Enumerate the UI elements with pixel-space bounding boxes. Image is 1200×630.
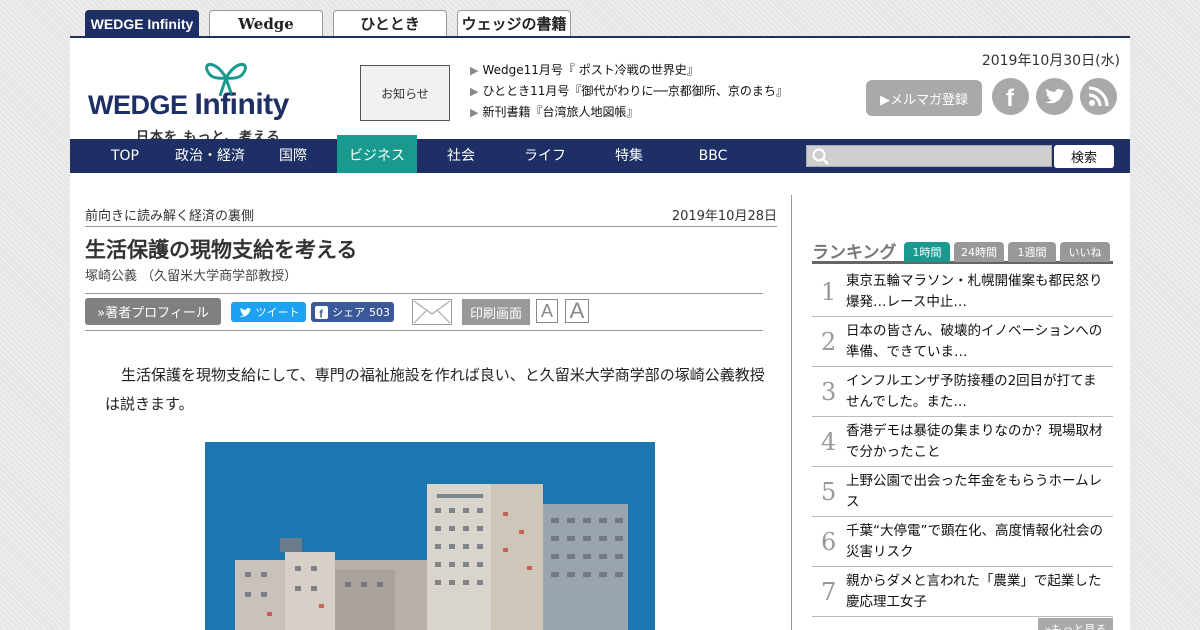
nav-item-life[interactable]: ライフ [515,139,575,173]
article-series: 前向きに読み解く経済の裏側 2019年10月28日 [85,205,777,227]
rank-headline[interactable]: 香港デモは暴徒の集まりなのか？現場取材で分かったこと [846,421,1108,463]
header-date: 2019年10月30日(水) [981,53,1120,69]
ranking-tab-24hours[interactable]: 24時間 [954,242,1004,262]
news-item[interactable]: ▶ ひととき11月号『御代がわりに──京都御所、京のまち』 [470,81,788,102]
nav-item-politics-economy[interactable]: 政治・経済 [165,139,255,173]
font-size-large-button[interactable]: A [565,298,589,323]
rank-number: 4 [821,428,837,456]
rank-headline[interactable]: 日本の皆さん、破壊的イノベーションへの準備、できていま… [846,321,1108,363]
facebook-icon: f [315,305,328,319]
rank-headline[interactable]: 東京五輪マラソン・札幌開催案も都民怒り爆発…レース中止… [846,271,1108,313]
newsletter-signup-button[interactable]: ▶メルマガ登録 [866,80,982,116]
ranking-item[interactable]: 4 香港デモは暴徒の集まりなのか？現場取材で分かったこと [812,417,1113,467]
nav-item-top[interactable]: TOP [100,139,150,173]
site-tab-hitotoki[interactable]: ひととき [333,10,447,36]
search-input[interactable] [806,145,1052,167]
svg-text:f: f [1006,85,1015,112]
notice-box[interactable]: お知らせ [360,65,450,121]
ranking-more-button[interactable]: »もっと見る [1038,618,1113,630]
rank-headline[interactable]: 親からダメと言われた「農業」で起業した慶応理工女子 [846,571,1108,613]
triangle-right-icon: ▶ [470,64,479,77]
rank-number: 3 [821,378,837,406]
news-item[interactable]: ▶ 新刊書籍『台湾旅人地図帳』 [470,102,788,123]
news-item[interactable]: ▶ Wedge11月号『 ポスト冷戦の世界史』 [470,60,788,81]
rank-number: 5 [821,478,837,506]
triangle-right-icon: ▶ [470,85,479,98]
rank-number: 6 [821,528,837,556]
rank-number: 2 [821,328,837,356]
twitter-icon[interactable] [1036,78,1073,115]
site-tab-wedge[interactable]: Wedge [209,10,323,36]
font-size-small-button[interactable]: A [536,299,558,323]
site-tab-wedge-books[interactable]: ウェッジの書籍 [457,10,571,36]
search-icon [812,148,829,165]
article-lead: 生活保護を現物支給にして、専門の福祉施設を作れば良い、と久留米大学商学部の塚崎公… [105,366,765,413]
ranking-list: 1 東京五輪マラソン・札幌開催案も都民怒り爆発…レース中止… 2 日本の皆さん、破壊… [812,267,1113,617]
facebook-icon[interactable]: f [992,78,1029,115]
ranking-tab-1hour[interactable]: 1時間 [904,242,950,262]
nav-item-international[interactable]: 国際 [268,139,318,173]
print-button[interactable]: 印刷画面 [462,299,530,325]
article-author: 塚崎公義 （久留米大学商学部教授） [85,269,298,284]
article-date: 2019年10月28日 [671,209,777,224]
rss-icon[interactable] [1080,78,1117,115]
ranking-item[interactable]: 1 東京五輪マラソン・札幌開催案も都民怒り爆発…レース中止… [812,267,1113,317]
twitter-bird-icon [238,307,251,317]
ranking-item[interactable]: 3 インフルエンザ予防接種の2回目が打てませんでした。また… [812,367,1113,417]
ranking-item[interactable]: 2 日本の皆さん、破壊的イノベーションへの準備、できていま… [812,317,1113,367]
author-profile-button[interactable]: »著者プロフィール [85,298,221,325]
ranking-item[interactable]: 5 上野公園で出会った年金をもらうホームレス [812,467,1113,517]
rank-headline[interactable]: 千葉“大停電”で顕在化、高度情報化社会の災害リスク [846,521,1108,563]
ranking-item[interactable]: 7 親からダメと言われた「農業」で起業した慶応理工女子 [812,567,1113,617]
site-logo[interactable]: WEDGE Infinity 日本を もっと、考える [88,56,318,145]
article-photo-apartment-buildings [205,442,655,630]
rank-headline[interactable]: インフルエンザ予防接種の2回目が打てませんでした。また… [846,371,1108,413]
site-tab-wedge-infinity[interactable]: WEDGE Infinity [85,10,199,36]
triangle-right-icon: ▶ [470,106,479,119]
series-name[interactable]: 前向きに読み解く経済の裏側 [85,209,254,224]
ranking-tab-likes[interactable]: いいね [1060,242,1110,262]
search-button[interactable]: 検索 [1054,145,1114,168]
mail-icon[interactable] [412,299,452,325]
page-container: WEDGE Infinity 日本を もっと、考える お知らせ ▶ Wedge11… [70,36,1130,630]
article-toolbar: »著者プロフィール ツイート f シェア 503 印刷画面 A A [85,293,763,331]
column-divider [791,195,792,630]
rank-number: 1 [821,278,837,306]
nav-item-society[interactable]: 社会 [436,139,486,173]
rank-headline[interactable]: 上野公園で出会った年金をもらうホームレス [846,471,1108,513]
facebook-share-button[interactable]: f シェア 503 [311,302,394,322]
nav-item-feature[interactable]: 特集 [604,139,654,173]
main-nav: TOP 政治・経済 国際 ビジネス 社会 ライフ 特集 BBC 検索 [70,135,1130,173]
svg-text:f: f [319,308,323,319]
ranking-title: ランキング [812,243,897,263]
article-title: 生活保護の現物支給を考える [85,238,358,262]
nav-item-business[interactable]: ビジネス [337,135,417,173]
news-list: ▶ Wedge11月号『 ポスト冷戦の世界史』 ▶ ひととき11月号『御代がわりに─… [470,60,788,123]
ranking-header: ランキング 1時間 24時間 1週間 いいね [812,238,1113,264]
tweet-button[interactable]: ツイート [231,302,306,322]
logo-wordmark: WEDGE Infinity [88,88,289,121]
ranking-item[interactable]: 6 千葉“大停電”で顕在化、高度情報化社会の災害リスク [812,517,1113,567]
share-count: 503 [369,305,390,319]
nav-item-bbc[interactable]: BBC [688,139,738,173]
rank-number: 7 [821,578,837,606]
ranking-tab-1week[interactable]: 1週間 [1008,242,1056,262]
